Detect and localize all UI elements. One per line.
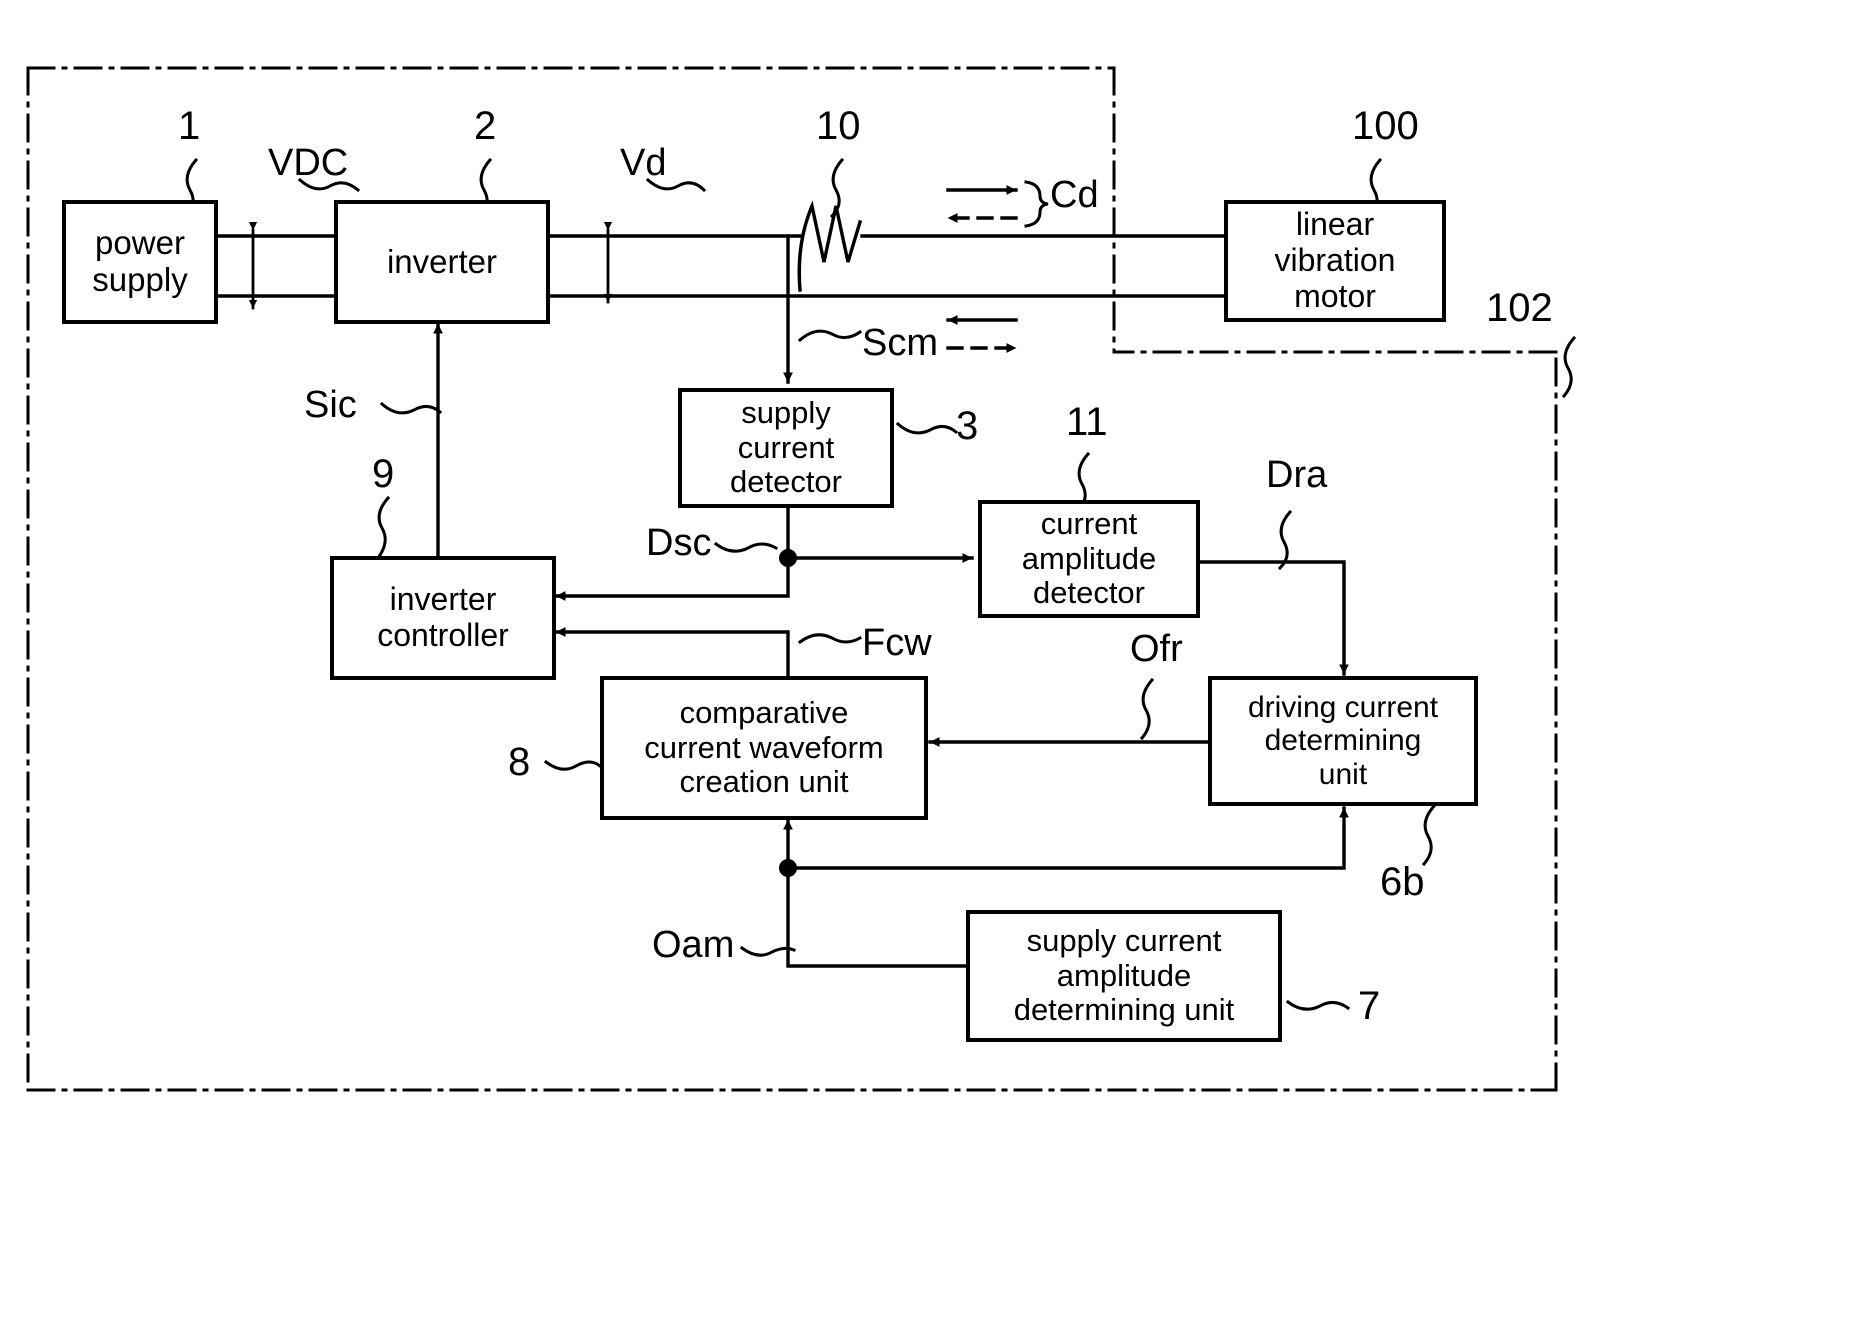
signal-label-dra: Dra — [1266, 454, 1328, 496]
ref-numeral-2: 2 — [474, 104, 497, 148]
supply-current-amplitude-unit-label-line1: supply current — [1026, 922, 1222, 958]
ref-numeral-9: 9 — [372, 452, 395, 496]
power-supply-label-line2: supply — [92, 261, 188, 298]
ref-numeral-100: 100 — [1352, 104, 1419, 148]
ref-numeral-10: 10 — [816, 104, 861, 148]
signal-label-vdc: VDC — [268, 142, 349, 184]
diagram-canvas: power supply inverter linear vibration m… — [0, 0, 1872, 1344]
signal-label-fcw: Fcw — [862, 622, 932, 664]
driving-current-determining-unit-label-line2: determining — [1264, 724, 1422, 758]
leader-3 — [895, 421, 959, 435]
ref-numeral-102: 102 — [1486, 286, 1553, 330]
leader-8 — [543, 759, 603, 771]
comparative-unit-label-line3: creation unit — [679, 764, 849, 800]
ref-numeral-11: 11 — [1066, 400, 1108, 444]
block-comparative-current-waveform-creation-unit[interactable]: comparative current waveform creation un… — [600, 676, 928, 820]
power-supply-label-line1: power — [95, 224, 185, 262]
leader-ofr — [1139, 677, 1155, 741]
ref-numeral-3: 3 — [956, 404, 979, 448]
current-amplitude-detector-label-line3: detector — [1032, 575, 1145, 611]
cd-brace — [1024, 180, 1049, 228]
comparative-unit-label-line2: current waveform — [644, 729, 884, 765]
signal-label-sic: Sic — [304, 384, 357, 426]
junction-dot-oam — [779, 859, 797, 877]
inverter-controller-label-line2: controller — [377, 617, 509, 653]
ref-numeral-1: 1 — [178, 104, 201, 148]
supply-current-detector-label-line1: supply — [741, 394, 831, 430]
block-driving-current-determining-unit[interactable]: driving current determining unit — [1208, 676, 1478, 806]
connection-lines-layer — [26, 66, 1577, 1092]
junction-dot-dsc — [779, 549, 797, 567]
block-linear-vibration-motor[interactable]: linear vibration motor — [1224, 200, 1446, 322]
driving-current-determining-unit-label-line1: driving current — [1247, 690, 1439, 724]
supply-current-detector-label-line3: detector — [729, 464, 842, 500]
supply-current-detector-label-line2: current — [737, 429, 835, 465]
block-inverter-controller[interactable]: inverter controller — [330, 556, 556, 680]
inverter-controller-label-line1: inverter — [389, 581, 497, 618]
block-inverter[interactable]: inverter — [334, 200, 550, 324]
line-fcw — [554, 627, 790, 678]
coil-symbol-10 — [797, 200, 863, 292]
current-amplitude-detector-label-line2: amplitude — [1021, 540, 1157, 576]
block-power-supply[interactable]: power supply — [62, 200, 218, 324]
signal-label-vd: Vd — [620, 142, 667, 184]
ref-numeral-6b: 6b — [1380, 860, 1425, 904]
leader-scm — [797, 329, 863, 343]
leader-oam — [739, 945, 796, 957]
leader-6b — [1421, 803, 1437, 867]
inverter-label: inverter — [386, 242, 498, 280]
leader-7 — [1285, 999, 1351, 1011]
comparative-unit-label-line1: comparative — [679, 694, 849, 730]
current-amplitude-detector-label-line1: current — [1040, 505, 1138, 541]
motor-label-line3: motor — [1294, 277, 1376, 314]
leader-sic — [379, 401, 443, 415]
supply-current-amplitude-unit-label-line2: amplitude — [1056, 957, 1192, 993]
signal-label-scm: Scm — [862, 322, 938, 364]
leader-dra — [1277, 509, 1293, 571]
line-dra — [1198, 560, 1349, 676]
block-supply-current-amplitude-determining-unit[interactable]: supply current amplitude determining uni… — [966, 910, 1282, 1042]
block-current-amplitude-detector[interactable]: current amplitude detector — [978, 500, 1200, 618]
leader-9 — [375, 495, 391, 561]
motor-label-line2: vibration — [1274, 242, 1396, 279]
signal-label-oam: Oam — [652, 924, 735, 966]
signal-label-cd: Cd — [1050, 174, 1099, 216]
motor-label-line1: linear — [1295, 206, 1375, 243]
ref-numeral-7: 7 — [1358, 984, 1381, 1028]
driving-current-determining-unit-label-line3: unit — [1318, 757, 1368, 791]
leader-102 — [1561, 335, 1577, 399]
leader-fcw — [797, 633, 863, 645]
signal-label-ofr: Ofr — [1130, 628, 1183, 670]
leader-10 — [829, 157, 845, 219]
leader-dsc — [713, 541, 779, 553]
signal-label-dsc: Dsc — [646, 522, 712, 564]
ref-numeral-8: 8 — [508, 740, 531, 784]
block-supply-current-detector[interactable]: supply current detector — [678, 388, 894, 508]
line-oam — [783, 818, 968, 968]
supply-current-amplitude-unit-label-line3: determining unit — [1013, 992, 1235, 1028]
